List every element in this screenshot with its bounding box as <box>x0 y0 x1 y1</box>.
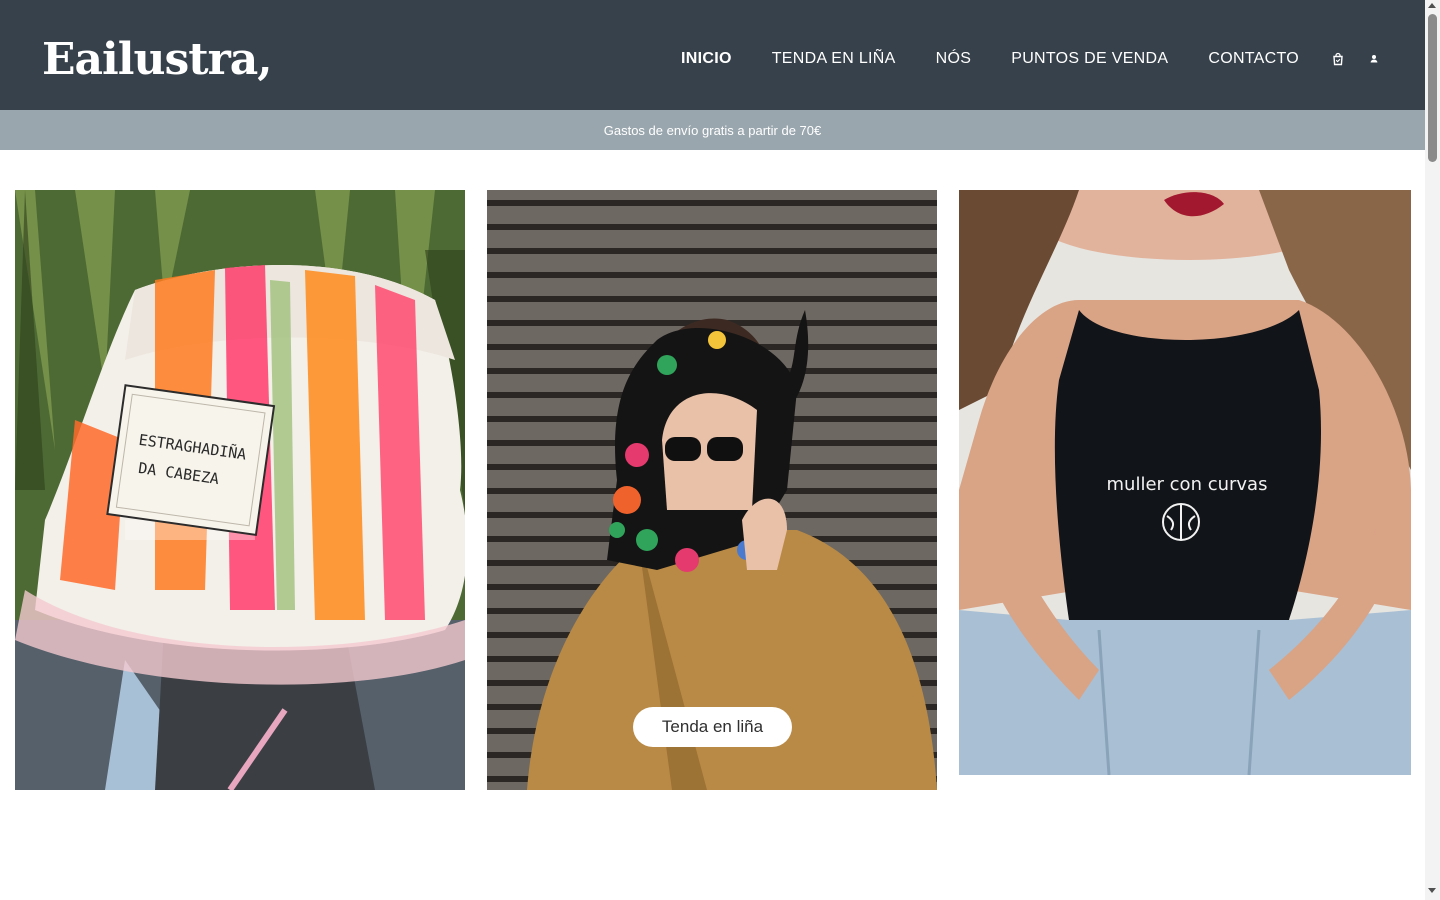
main-nav: INICIO TENDA EN LIÑA NÓS PUNTOS DE VENDA… <box>681 48 1339 70</box>
site-logo[interactable]: Eailustra, <box>42 34 273 86</box>
crop-top-photo: muller con curvas <box>959 190 1411 775</box>
headscarf-photo <box>487 190 937 790</box>
nav-item-tenda-en-lina[interactable]: TENDA EN LIÑA <box>772 48 896 70</box>
product-card-headscarf[interactable]: Tenda en liña <box>487 190 937 790</box>
site-header: Eailustra, INICIO TENDA EN LIÑA NÓS PUNT… <box>0 0 1425 110</box>
nav-item-contacto[interactable]: CONTACTO <box>1208 48 1299 70</box>
shop-online-button[interactable]: Tenda en liña <box>633 707 792 747</box>
promo-text: Gastos de envío gratis a partir de 70€ <box>603 122 822 138</box>
shirt-print-text: muller con curvas <box>1107 474 1268 495</box>
page: Eailustra, INICIO TENDA EN LIÑA NÓS PUNT… <box>0 0 1425 900</box>
scroll-up-arrow-icon[interactable] <box>1428 3 1436 8</box>
promo-bar: Gastos de envío gratis a partir de 70€ <box>0 110 1425 150</box>
product-card-crop-top[interactable]: muller con curvas <box>959 190 1411 775</box>
bucket-hat-photo: ESTRAGHADIÑA DA CABEZA <box>15 190 465 790</box>
shopping-bag-icon[interactable] <box>1331 52 1345 66</box>
product-card-bucket-hat[interactable]: ESTRAGHADIÑA DA CABEZA <box>15 190 465 790</box>
user-icon[interactable] <box>1367 52 1381 66</box>
scroll-down-arrow-icon[interactable] <box>1428 888 1436 893</box>
nav-item-puntos-de-venda[interactable]: PUNTOS DE VENDA <box>1011 48 1168 70</box>
nav-item-inicio[interactable]: INICIO <box>681 48 732 70</box>
scrollbar-thumb[interactable] <box>1428 14 1437 162</box>
nav-item-nos[interactable]: NÓS <box>936 48 972 70</box>
page-scrollbar[interactable] <box>1425 0 1440 900</box>
